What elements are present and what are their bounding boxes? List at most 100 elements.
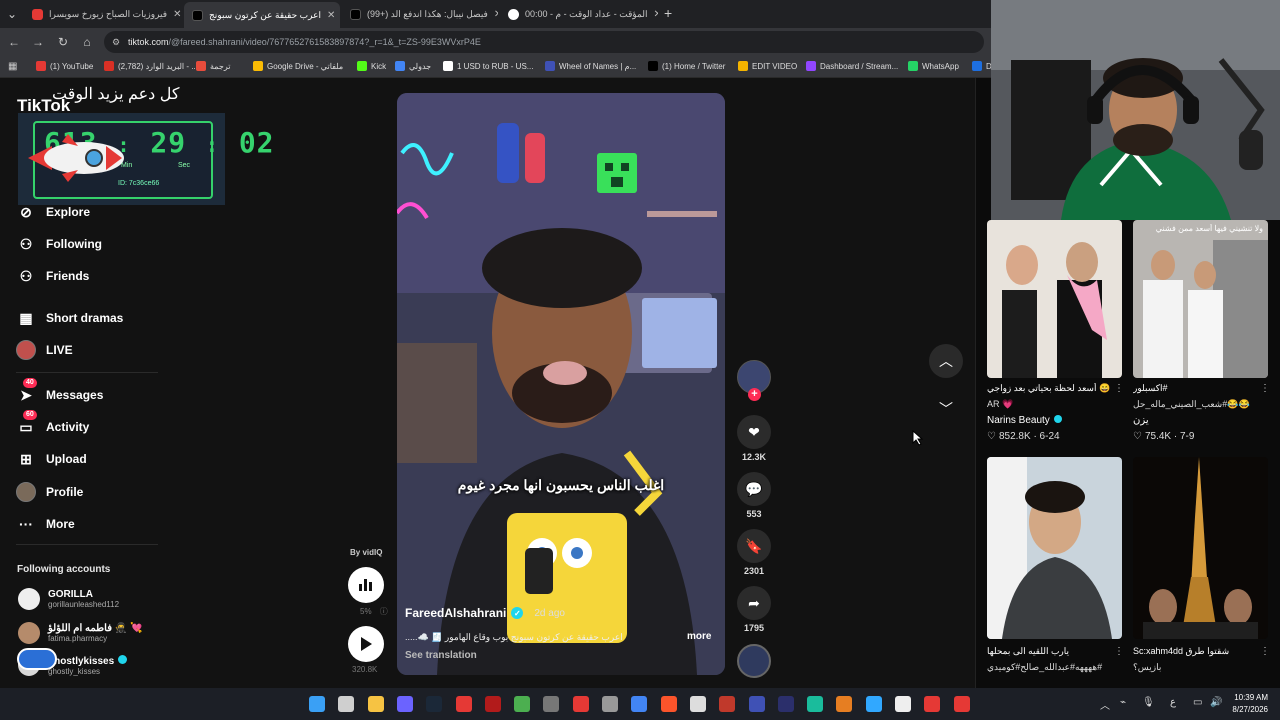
more-button[interactable]: more [687,631,711,642]
sidebar-item-messages[interactable]: ➤ 40 Messages [16,378,103,405]
tray-chevron-icon[interactable]: ︿ [1100,697,1110,712]
app-icon[interactable] [484,696,501,712]
feed-thumbnail[interactable]: ولا تنشيني فيها أسعد ممن فشني [1133,220,1268,378]
comment-action[interactable]: 💬 553 [737,472,771,519]
app-icon[interactable] [514,696,531,712]
apps-icon[interactable]: ▦ [8,61,17,72]
see-translation-link[interactable]: See translation [405,650,725,661]
app-icon[interactable] [719,696,736,712]
bookmark-item[interactable]: WhatsApp [908,61,959,71]
tab-3[interactable]: 00:00 - المؤقت - عداد الوقت - م ✕ [500,4,658,24]
heart-icon[interactable]: ❤ [737,415,771,449]
microphone-icon[interactable]: 🎙 [1142,697,1155,708]
sidebar-item-following[interactable]: ⚇ Following [16,234,102,254]
feed-author-row[interactable]: Narins Beauty [987,415,1062,426]
comment-icon[interactable]: 💬 [737,472,771,506]
app-icon[interactable] [807,696,824,712]
bookmark-item[interactable]: (2,782) البريد الوارد - ... [104,61,198,71]
volume-icon[interactable]: 🔊 [1210,697,1222,708]
sidebar-item-activity[interactable]: ▭ 60 Activity [16,410,89,437]
bookmark-item[interactable]: Kick [357,61,386,71]
premiere-icon[interactable] [777,696,794,712]
file-explorer-icon[interactable] [367,696,384,712]
bookmark-item[interactable]: Wheel of Names | م... [545,61,636,71]
tab-1[interactable]: اعرب حقيقة عن كرتون سبونج ✕ [184,2,340,28]
photoshop-icon[interactable] [865,696,882,712]
app-icon[interactable] [602,696,618,712]
feed-title[interactable]: شقتوا طرق Sc:xahm4dd [1133,646,1261,657]
search-icon[interactable] [338,696,355,712]
tab-0[interactable]: فيروزيات الصباح زيورخ سويسرا ✕ [24,4,182,24]
discord-icon[interactable] [396,696,413,712]
play-button[interactable] [348,626,384,662]
follow-plus-icon[interactable]: + [748,388,761,401]
sidebar-item-explore[interactable]: ⊘ Explore [16,202,90,222]
tab-2[interactable]: (99+) فيصل نيبال: هكذا اندفع الد ✕ [342,4,498,24]
close-icon[interactable]: ✕ [494,9,498,20]
bookmark-item[interactable]: (1) Home / Twitter [648,61,725,71]
reload-icon[interactable]: ↻ [55,34,71,50]
app-icon[interactable] [895,696,911,712]
sound-disc-icon[interactable] [737,644,771,678]
stream-widget-icon[interactable] [17,648,57,670]
app-icon[interactable] [455,696,472,712]
feed-title[interactable]: يارب اللقيه الى بمحلها [987,646,1115,657]
back-icon[interactable]: ← [6,34,22,50]
app-icon[interactable] [836,696,853,712]
video-player[interactable]: اغلب الناس يحسبون انها مجرد غيوم FareedA… [397,93,725,675]
app-icon[interactable] [924,696,941,712]
like-action[interactable]: ❤ 12.3K [737,415,771,462]
feed-thumbnail[interactable] [1133,457,1268,639]
system-clock[interactable]: 10:39 AM 8/27/2026 [1232,692,1268,716]
bookmark-item[interactable]: (1) YouTube [36,61,93,71]
app-icon[interactable] [689,696,706,712]
sidebar-item-friends[interactable]: ⚇ Friends [16,266,90,286]
app-icon[interactable] [572,696,589,712]
chrome-icon[interactable] [631,696,648,712]
tab-search-icon[interactable]: ⌄ [4,6,20,22]
bookmark-item[interactable]: جدولي [395,61,431,71]
feed-thumbnail[interactable] [987,220,1122,378]
info-icon[interactable]: ⓘ [380,607,388,616]
close-icon[interactable]: ✕ [173,9,181,20]
bookmark-item[interactable]: Dashboard / Stream... [806,61,898,71]
video-author[interactable]: FareedAlshahrani [405,606,506,620]
more-options-icon[interactable]: ⋮ [1114,646,1124,657]
bookmark-item[interactable]: EDIT VIDEO [738,61,797,71]
sidebar-item-live[interactable]: LIVE [16,340,73,360]
address-bar[interactable]: ⚙ tiktok.com/@fareed.shahrani/video/7677… [104,31,984,53]
app-icon[interactable] [953,696,970,712]
more-options-icon[interactable]: ⋮ [1114,383,1124,394]
more-options-icon[interactable]: ⋮ [1260,646,1270,657]
save-action[interactable]: 🔖 2301 [737,529,771,576]
following-account[interactable]: GORILLA gorillaunleashed112 [18,588,119,610]
chevron-up-icon[interactable]: ︿ [929,344,963,378]
app-icon[interactable] [543,696,560,712]
bookmark-item[interactable]: ترجمة [196,61,231,71]
network-off-icon[interactable]: ⌁ [1120,697,1126,708]
more-options-icon[interactable]: ⋮ [1260,383,1270,394]
steam-icon[interactable] [426,696,443,712]
close-icon[interactable]: ✕ [327,10,335,21]
home-icon[interactable]: ⌂ [79,34,95,50]
display-icon[interactable]: ▭ [1193,697,1202,708]
new-tab-button[interactable]: + [664,5,672,21]
brave-icon[interactable] [660,696,677,712]
language-indicator[interactable]: ع [1170,697,1176,708]
bookmark-item[interactable]: 1 USD to RUB - US... [443,61,533,71]
close-icon[interactable]: ✕ [653,9,658,20]
sidebar-item-upload[interactable]: ⊞ Upload [16,449,87,469]
vidiq-stats-button[interactable] [348,567,384,603]
share-icon[interactable]: ➦ [737,586,771,620]
bookmark-icon[interactable]: 🔖 [737,529,771,563]
share-action[interactable]: ➦ 1795 [737,586,771,633]
sidebar-item-short-dramas[interactable]: ▦ Short dramas [16,308,123,328]
feed-thumbnail[interactable] [987,457,1122,639]
bookmark-item[interactable]: Google Drive - ملفاتي [253,61,343,71]
feed-author-row[interactable]: يزن [1133,415,1149,426]
sidebar-item-profile[interactable]: Profile [16,482,83,502]
following-account[interactable]: فاطمه ام اللؤلؤ 🥷 💘 fatima.pharmacy [18,622,142,644]
feed-title[interactable]: #اكسبلور [1133,383,1261,394]
chevron-down-icon[interactable]: ﹀ [929,392,963,426]
site-info-icon[interactable]: ⚙ [112,31,120,53]
